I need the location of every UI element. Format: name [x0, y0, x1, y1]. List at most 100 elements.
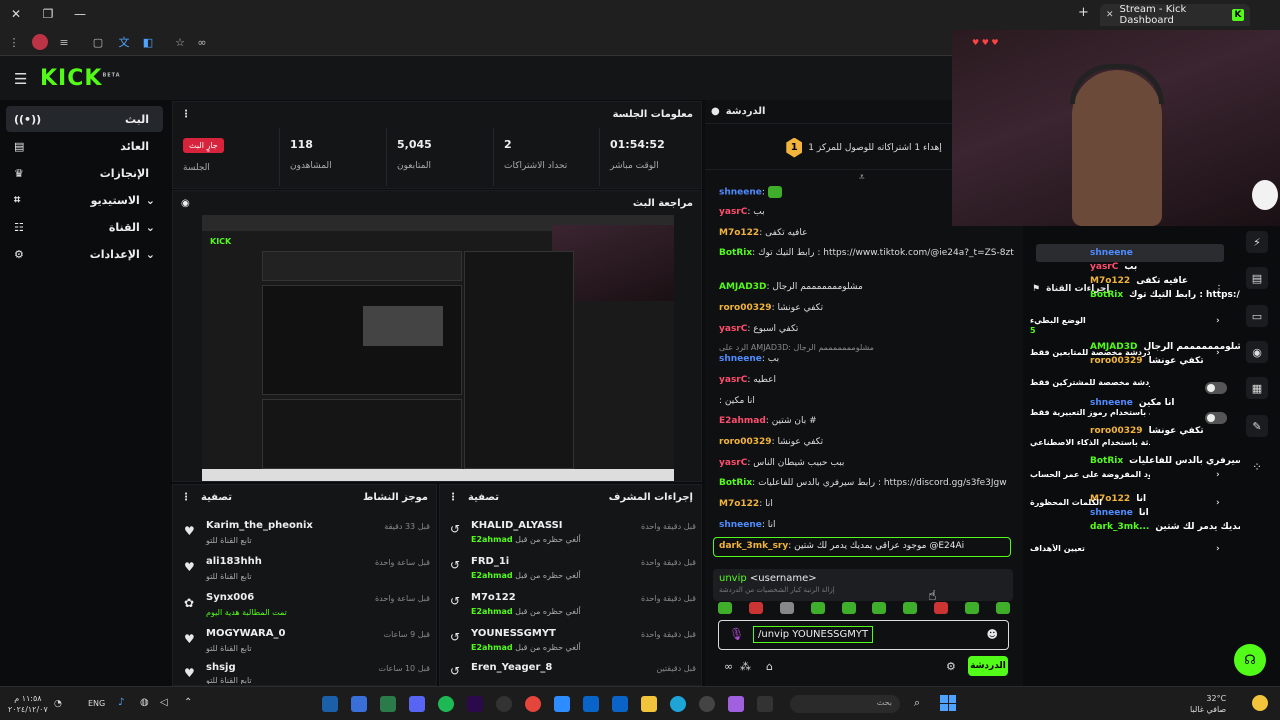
- emote-icon[interactable]: [995, 602, 1010, 614]
- emote-icon[interactable]: [841, 602, 856, 614]
- emote-icon[interactable]: [779, 602, 794, 614]
- chat-message[interactable]: shneene: انا: [719, 520, 1014, 530]
- steam-app-icon[interactable]: [322, 696, 338, 712]
- favorite-star-icon[interactable]: ☆: [172, 34, 188, 50]
- new-tab-button[interactable]: +: [1078, 5, 1089, 20]
- layout-icon[interactable]: ▦: [1246, 377, 1268, 399]
- mod-name[interactable]: E2ahmad: [471, 571, 513, 580]
- emote-icon[interactable]: [903, 602, 918, 614]
- notification-icon[interactable]: ◔: [54, 699, 62, 709]
- emote-icon[interactable]: [872, 602, 887, 614]
- chatgpt-app-icon[interactable]: [699, 696, 715, 712]
- profile-avatar[interactable]: [32, 34, 48, 50]
- emote-icon[interactable]: [810, 602, 825, 614]
- channel-action-item[interactable]: الدردشة مخصصة للمشتركين فقط: [1030, 378, 1150, 387]
- chat-settings-icon[interactable]: ⚙: [946, 660, 956, 673]
- chat-message[interactable]: E2ahmad: بان شتين #: [719, 416, 1014, 426]
- channel-action-item[interactable]: تعيين الأهداف: [1030, 544, 1085, 553]
- collapse-pin-icon[interactable]: ⩡: [859, 172, 865, 183]
- clock[interactable]: ١١:٥٨ م ٢٠٢٤/١٢/٠٧: [8, 693, 48, 715]
- filter-button[interactable]: تصفية: [201, 492, 232, 503]
- network-icon[interactable]: ◍: [140, 697, 149, 708]
- windows-start-icon[interactable]: [940, 695, 956, 711]
- sidebar-item-live[interactable]: ((•)) البث: [6, 106, 163, 132]
- filter-button[interactable]: تصفية: [468, 492, 499, 503]
- chat-username[interactable]: yasrC: [719, 375, 747, 385]
- reader-mode-icon[interactable]: ∞: [194, 34, 210, 50]
- sidebar-item-settings[interactable]: ⚙ الإعدادات ⌄: [6, 241, 163, 267]
- chat-username[interactable]: yasrC: [719, 207, 747, 217]
- premiere-app-icon[interactable]: [467, 696, 483, 712]
- mod-target-user[interactable]: KHALID_ALYASSI: [471, 520, 563, 531]
- chat-message[interactable]: roro00329: تكفي عونشا: [719, 437, 1014, 447]
- activity-user-name[interactable]: ali183hhh: [206, 556, 262, 567]
- taskbar-search[interactable]: بحث: [790, 695, 900, 713]
- chevron-right-icon[interactable]: ›: [1216, 348, 1220, 358]
- close-window-icon[interactable]: ✕: [0, 0, 32, 28]
- chat-username[interactable]: yasrC: [719, 458, 747, 468]
- language-indicator[interactable]: ENG: [88, 699, 105, 708]
- wrench-icon[interactable]: ✎: [1246, 415, 1268, 437]
- chevron-right-icon[interactable]: ›: [1216, 470, 1220, 480]
- activity-user-name[interactable]: MOGYWARA_0: [206, 628, 285, 639]
- lightning-icon[interactable]: ⚡: [1246, 231, 1268, 253]
- search-icon[interactable]: ⌕: [914, 696, 920, 710]
- chat-message[interactable]: yasrC: اعطيه: [719, 375, 1014, 385]
- sidebar-item-studio[interactable]: ⌗ الاستيديو ⌄: [6, 187, 163, 213]
- command-suggestion[interactable]: unvip <username> إزالة الرتبة كبار الشخص…: [713, 569, 1013, 601]
- chrome-app-icon[interactable]: [525, 696, 541, 712]
- extension-icon[interactable]: ▢: [90, 34, 106, 50]
- chat-username[interactable]: shneene: [719, 520, 762, 530]
- chat-input-box[interactable]: 🎙 /unvip YOUNESSGMYT ☻: [718, 620, 1009, 650]
- kick-logo[interactable]: KICKBETA: [40, 66, 121, 91]
- chat-input[interactable]: /unvip YOUNESSGMYT: [753, 626, 874, 643]
- chat-username[interactable]: shneene: [719, 188, 762, 198]
- copilot-app-icon[interactable]: [728, 696, 744, 712]
- emote-icon[interactable]: [965, 602, 979, 614]
- mod-target-user[interactable]: YOUNESSGMYT: [471, 628, 556, 639]
- highlighted-message[interactable]: dark_3mk_sry: موجود عراقي يمديك يدمر لك …: [713, 537, 1011, 557]
- restore-window-icon[interactable]: ❐: [32, 0, 64, 28]
- channel-action-item[interactable]: الكلمات المحظورة: [1030, 498, 1102, 507]
- obs-app-icon[interactable]: [496, 696, 512, 712]
- channel-action-item[interactable]: دردشة مخصصة للمتابعين فقط: [1030, 348, 1150, 357]
- channel-action-item[interactable]: تنقيه المحادثة باستخدام الذكاء الاصطناعي: [1030, 438, 1150, 447]
- app-icon[interactable]: [351, 696, 367, 712]
- chat-username[interactable]: shneene: [719, 354, 762, 364]
- broadcast-icon[interactable]: ◉: [1246, 341, 1268, 363]
- chevron-right-icon[interactable]: ›: [1216, 544, 1220, 554]
- emote-icon[interactable]: [748, 602, 763, 614]
- more-options-icon[interactable]: ⋮: [181, 492, 191, 503]
- channel-action-item[interactable]: الدردشة باستخدام رموز التعبيرية فقط: [1030, 408, 1150, 417]
- mod-name[interactable]: E2ahmad: [471, 535, 513, 544]
- toggle-switch[interactable]: [1205, 412, 1227, 424]
- channel-action-item[interactable]: القيود المفروضة على عمر الحساب: [1030, 470, 1150, 479]
- chat-message[interactable]: BotRix: رابط التيك توك : https://www.tik…: [719, 248, 1014, 258]
- weather-widget[interactable]: 32°C صافي غالبا: [1190, 693, 1226, 715]
- hamburger-menu-icon[interactable]: ☰: [14, 70, 27, 88]
- chat-username[interactable]: AMJAD3D: [719, 282, 766, 292]
- reading-list-icon[interactable]: ≡: [56, 34, 72, 50]
- app-icon[interactable]: [612, 696, 628, 712]
- chat-username[interactable]: E2ahmad: [719, 416, 766, 426]
- file-explorer-icon[interactable]: [641, 696, 657, 712]
- chat-username[interactable]: roro00329: [719, 303, 772, 313]
- infinity-icon[interactable]: ∞: [724, 660, 733, 673]
- chat-message[interactable]: BotRix: رابط سيرفري بالدس للفاعليات : ht…: [719, 478, 1014, 488]
- chat-icon[interactable]: ▭: [1246, 305, 1268, 327]
- chat-username[interactable]: roro00329: [719, 437, 772, 447]
- chat-message[interactable]: M7o122: عافيه تكفى: [719, 228, 1014, 238]
- more-options-icon[interactable]: ⋮: [448, 492, 458, 503]
- chevron-right-icon[interactable]: ›: [1216, 316, 1220, 326]
- chat-message[interactable]: : انا مكين: [719, 396, 1014, 406]
- chat-message[interactable]: shneene: بب: [719, 354, 1014, 364]
- more-options-icon[interactable]: ⋮: [1214, 284, 1224, 295]
- emoji-icon[interactable]: ☻: [987, 628, 998, 641]
- collections-icon[interactable]: ◧: [140, 34, 156, 50]
- emote-icon[interactable]: [718, 602, 732, 614]
- chat-message[interactable]: roro00329: تكفي عونشا: [719, 303, 1014, 313]
- community-icon[interactable]: ⁂: [740, 660, 751, 673]
- mod-target-user[interactable]: M7o122: [471, 592, 516, 603]
- tab-close-icon[interactable]: ✕: [1106, 10, 1114, 20]
- app-icon[interactable]: [380, 696, 396, 712]
